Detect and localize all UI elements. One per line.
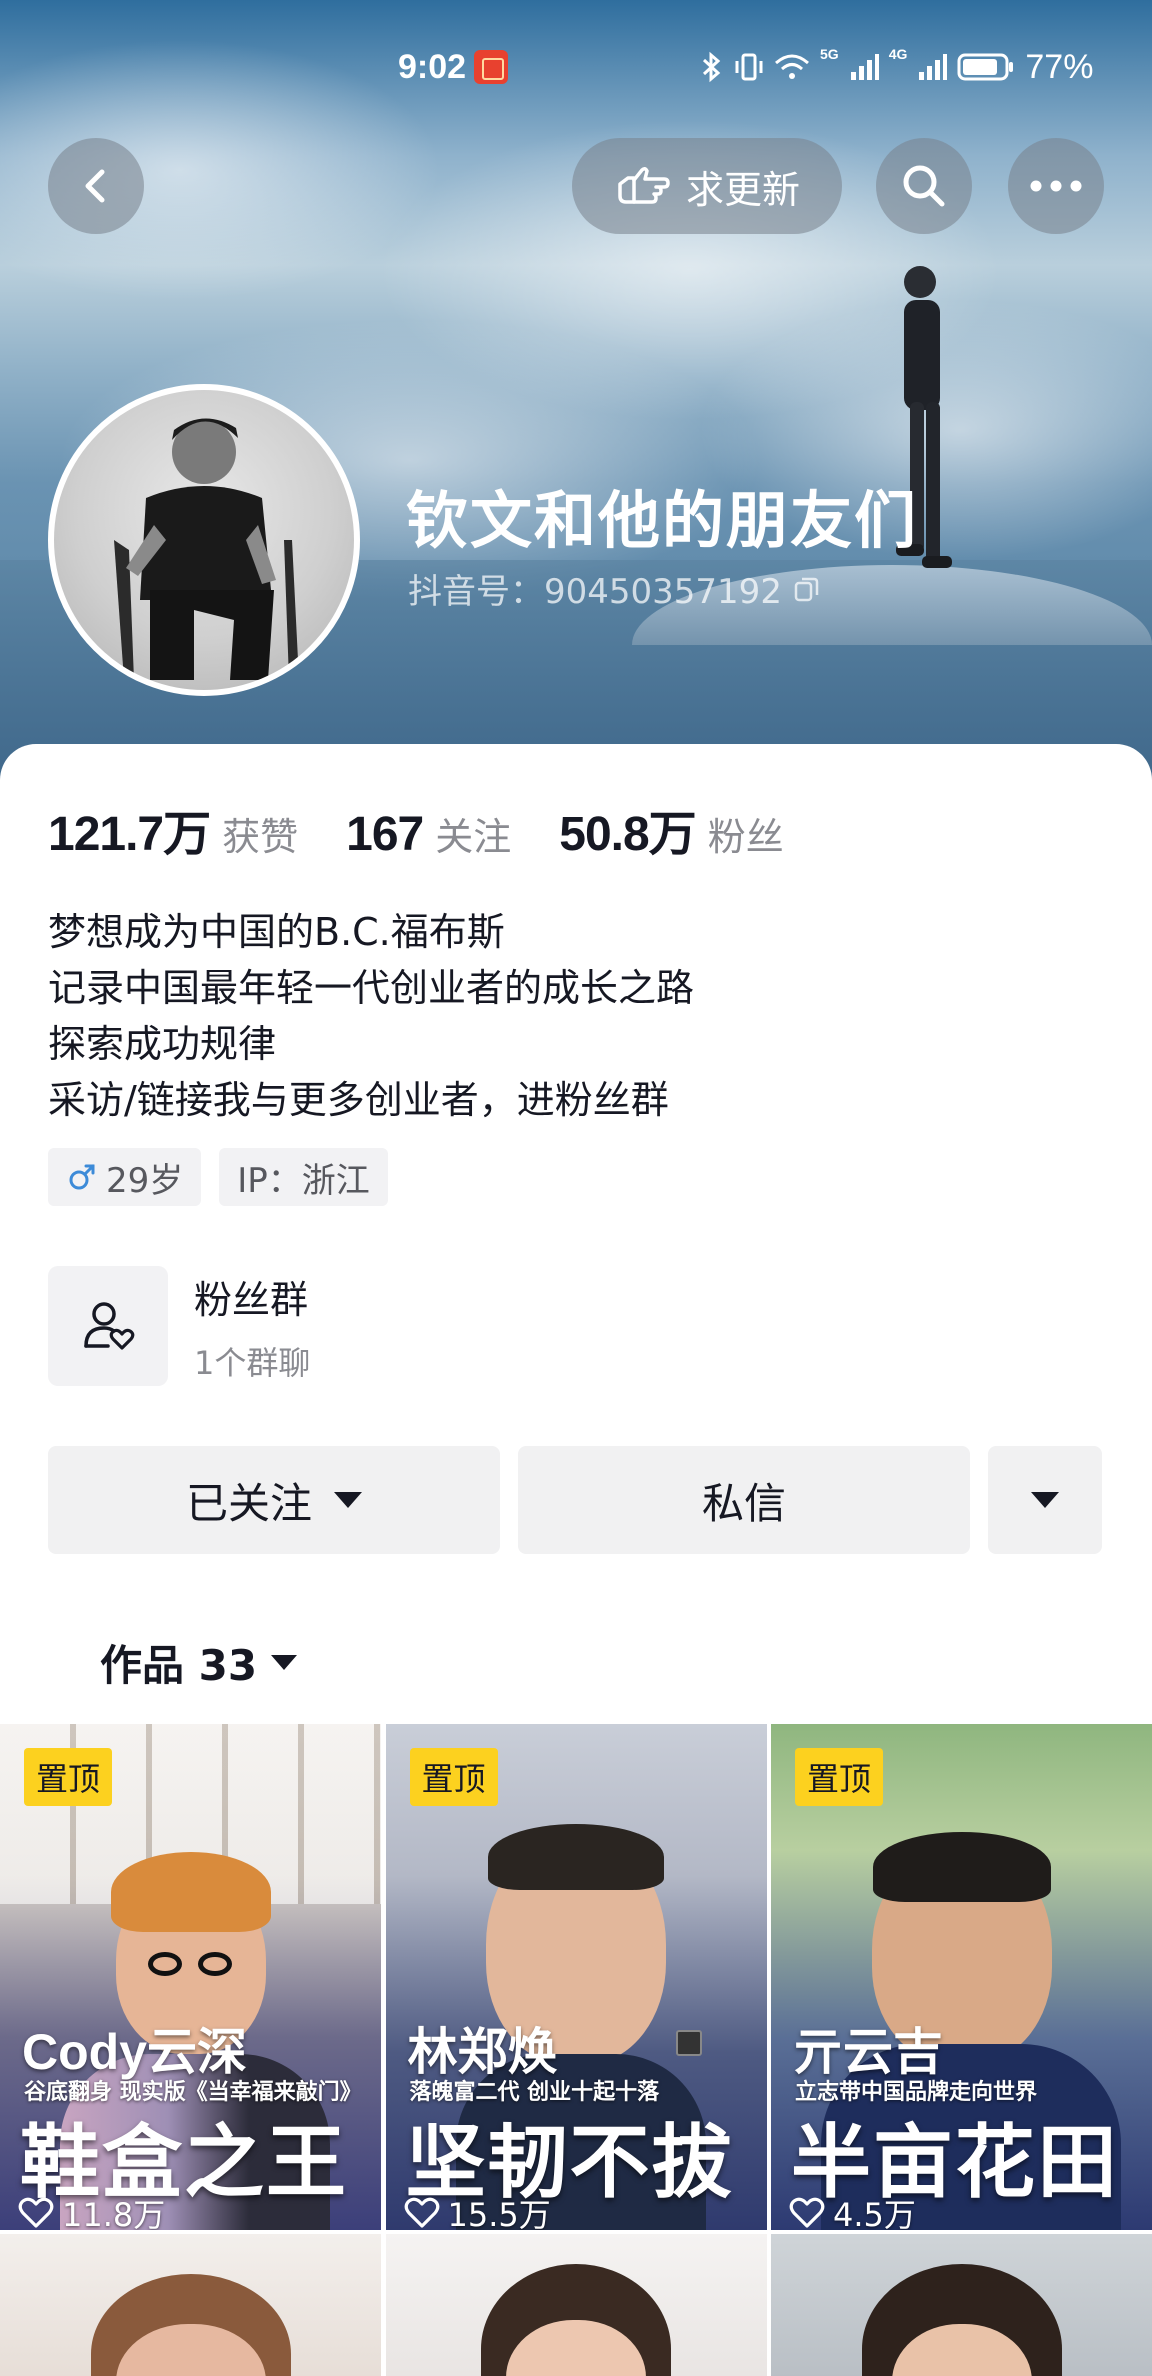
profile-tags: 29岁 IP：浙江: [48, 1148, 388, 1206]
back-arrow-icon: [85, 169, 105, 203]
ip-location-tag: IP：浙江: [219, 1148, 388, 1206]
bio-line: 探索成功规律: [48, 1022, 277, 1066]
battery-icon: [957, 53, 1014, 81]
video-tile[interactable]: 置顶 亓云吉 立志带中国品牌走向世界 半亩花田 4.5万: [771, 1724, 1152, 2230]
video-likes-count: 11.8万: [62, 2196, 166, 2230]
more-options-button[interactable]: [1008, 138, 1104, 234]
bluetooth-icon: [702, 51, 721, 83]
works-tab-label: 作品 33: [100, 1641, 258, 1690]
following-count[interactable]: 167: [346, 807, 424, 862]
ip-location-text: IP：浙江: [237, 1160, 370, 1201]
video-grid: 置顶 Cody云深 谷底翻身 现实版《当幸福来敲门》 鞋盒之王 11.8万 置顶…: [0, 1724, 1152, 2376]
hand-point-icon: [618, 166, 670, 204]
douyin-id-row[interactable]: 抖音号：90450357192: [408, 564, 822, 613]
battery-percent: 77%: [1025, 47, 1094, 86]
heart-icon: [789, 2197, 825, 2228]
message-button[interactable]: 私信: [518, 1446, 970, 1554]
likes-label: 获赞: [222, 815, 299, 859]
bio-line: 记录中国最年轻一代创业者的成长之路: [48, 966, 695, 1010]
profile-stats: 121.7万 获赞 167 关注 50.8万 粉丝: [48, 794, 832, 864]
vibrate-icon: [735, 53, 763, 81]
copy-icon[interactable]: [792, 574, 822, 604]
profile-actions: 已关注 私信: [48, 1446, 1102, 1554]
fan-group-icon-box: [48, 1266, 168, 1386]
male-icon: [69, 1164, 95, 1190]
signal-icon: [850, 54, 879, 80]
search-icon: [903, 165, 945, 207]
request-update-label: 求更新: [685, 167, 800, 212]
followed-label: 已关注: [185, 1478, 312, 1528]
back-button[interactable]: [48, 138, 144, 234]
fan-group-subtitle: 1个群聊: [194, 1343, 311, 1382]
heart-icon: [18, 2197, 54, 2228]
avatar-person-photo: [114, 418, 299, 680]
caret-down-icon: [334, 1492, 362, 1508]
avatar[interactable]: [48, 384, 360, 696]
pinned-badge: 置顶: [409, 1748, 498, 1806]
more-actions-dropdown[interactable]: [988, 1446, 1102, 1554]
video-tile[interactable]: 置顶 林郑焕 落魄富二代 创业十起十落 坚韧不拔 15.5万: [385, 1724, 767, 2230]
status-bar-left: 9:02: [398, 44, 509, 90]
video-tile[interactable]: [385, 2234, 767, 2376]
request-update-button[interactable]: 求更新: [572, 138, 842, 234]
profile-card: 121.7万 获赞 167 关注 50.8万 粉丝 梦想成为中国的B.C.福布斯…: [0, 744, 1152, 2376]
pinned-badge: 置顶: [24, 1748, 113, 1806]
video-likes: 4.5万: [789, 2190, 916, 2230]
fan-group-icon: [84, 1302, 135, 1350]
video-likes-count: 15.5万: [447, 2196, 551, 2230]
fan-group-title: 粉丝群: [194, 1277, 309, 1322]
profile-nickname: 钦文和他的朋友们: [406, 484, 919, 557]
video-tile[interactable]: 置顶 Cody云深 谷底翻身 现实版《当幸福来敲门》 鞋盒之王 11.8万: [0, 1724, 381, 2230]
age-text: 29岁: [106, 1160, 184, 1201]
heart-icon: [404, 2197, 439, 2228]
followed-button[interactable]: 已关注: [48, 1446, 500, 1554]
fan-group-entry[interactable]: 粉丝群 1个群聊: [48, 1266, 310, 1386]
video-tile[interactable]: [0, 2234, 381, 2376]
likes-count: 121.7万: [48, 808, 211, 861]
following-label[interactable]: 关注: [435, 806, 511, 861]
followers-label[interactable]: 粉丝: [708, 806, 784, 861]
douyin-id-text: 抖音号：90450357192: [408, 572, 782, 612]
search-button[interactable]: [876, 138, 972, 234]
network-5g-label: 5G: [820, 46, 839, 62]
notification-badge-icon: [474, 50, 509, 84]
video-likes: 11.8万: [18, 2190, 165, 2230]
video-likes: 15.5万: [404, 2190, 551, 2230]
tab-works[interactable]: 作品 33: [100, 1632, 298, 1693]
message-label: 私信: [701, 1478, 786, 1528]
status-time: 9:02: [398, 47, 467, 86]
age-tag: 29岁: [48, 1148, 202, 1206]
video-likes-count: 4.5万: [833, 2196, 916, 2230]
profile-bio: 梦想成为中国的B.C.福布斯 记录中国最年轻一代创业者的成长之路 探索成功规律 …: [48, 904, 694, 1128]
pinned-badge: 置顶: [795, 1748, 884, 1806]
followers-count[interactable]: 50.8万: [559, 794, 696, 864]
wifi-icon: [775, 54, 809, 79]
signal-icon: [919, 54, 948, 80]
network-4g-label: 4G: [888, 46, 908, 62]
bio-line: 采访/链接我与更多创业者，进粉丝群: [48, 1078, 669, 1122]
status-bar-right: 5G 4G 77%: [700, 44, 1093, 90]
bio-line: 梦想成为中国的B.C.福布斯: [48, 910, 505, 954]
caret-down-icon: [271, 1655, 298, 1670]
more-dots-icon: [1030, 180, 1082, 192]
caret-down-icon: [1031, 1492, 1059, 1508]
video-tile[interactable]: [771, 2234, 1152, 2376]
